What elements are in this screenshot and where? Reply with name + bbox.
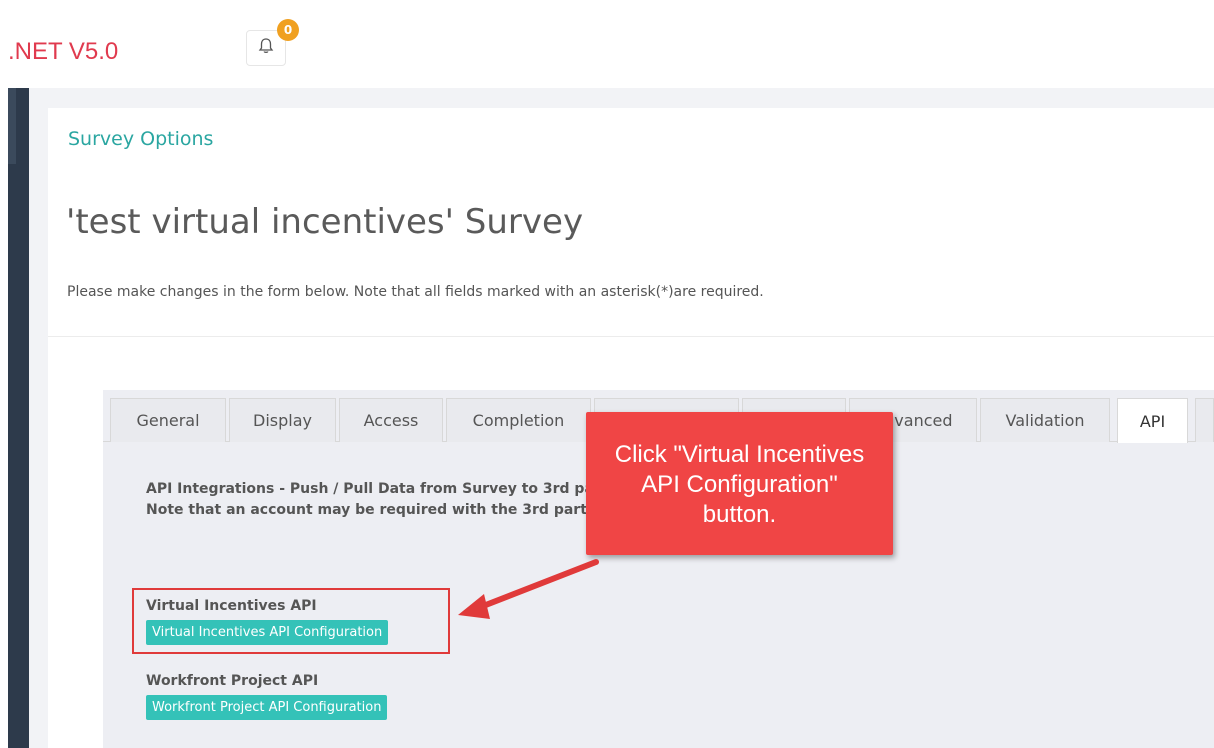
workfront-project-api-label: Workfront Project API bbox=[146, 673, 319, 689]
tab-validation[interactable]: Validation bbox=[980, 398, 1110, 442]
form-instructions: Please make changes in the form below. N… bbox=[67, 284, 764, 300]
tab-more[interactable] bbox=[1195, 398, 1214, 442]
app-brand[interactable]: .NET V5.0 bbox=[8, 38, 118, 66]
tab-general[interactable]: General bbox=[110, 398, 226, 442]
callout-line1: Click "Virtual Incentives bbox=[614, 441, 865, 468]
panel-title: Survey Options bbox=[68, 128, 214, 150]
divider bbox=[48, 336, 1214, 337]
tab-display[interactable]: Display bbox=[229, 398, 336, 442]
callout-line3: button. bbox=[702, 501, 777, 528]
highlight-box bbox=[132, 588, 450, 654]
notification-count-badge: 0 bbox=[277, 19, 299, 41]
workfront-config-button[interactable]: Workfront Project API Configuration bbox=[146, 695, 388, 720]
tab-completion[interactable]: Completion bbox=[446, 398, 591, 442]
bell-icon bbox=[257, 37, 275, 59]
tab-api[interactable]: API bbox=[1117, 398, 1188, 443]
sidebar bbox=[8, 88, 29, 748]
top-bar bbox=[0, 8, 1214, 88]
survey-title: 'test virtual incentives' Survey bbox=[66, 202, 584, 242]
callout-line2: API Configuration" bbox=[641, 471, 838, 498]
tab-access[interactable]: Access bbox=[339, 398, 443, 442]
sidebar-active-indicator bbox=[8, 88, 16, 164]
instruction-callout: Click "Virtual Incentives API Configurat… bbox=[586, 412, 893, 555]
